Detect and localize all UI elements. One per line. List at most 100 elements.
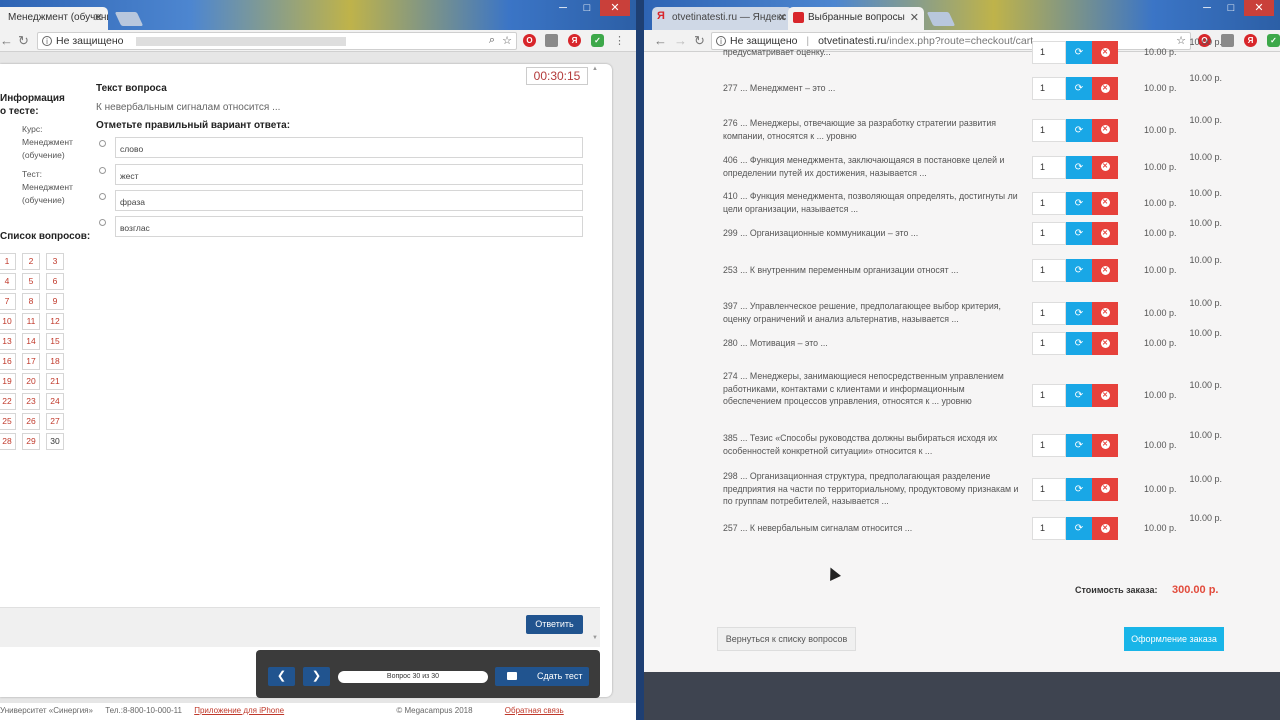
remove-button[interactable]: ✕	[1092, 191, 1118, 215]
question-number-button[interactable]: 18	[46, 353, 64, 370]
question-number-button[interactable]: 14	[22, 333, 40, 350]
tab-yandex[interactable]: Я otvetinatesti.ru — Яндекс ✕	[652, 7, 792, 30]
question-number-button[interactable]: 27	[46, 413, 64, 430]
submit-test-button[interactable]: Сдать тест	[495, 667, 589, 686]
next-question-button[interactable]: ❯	[303, 667, 330, 686]
close-tab-icon[interactable]: ✕	[778, 11, 787, 24]
question-number-button[interactable]: 1	[0, 253, 16, 270]
quantity-input[interactable]: 1	[1032, 259, 1066, 283]
update-button[interactable]: ⟳	[1066, 517, 1092, 541]
option-box[interactable]: фраза	[115, 190, 583, 211]
option-radio[interactable]	[99, 219, 106, 226]
question-number-button[interactable]: 2	[22, 253, 40, 270]
update-button[interactable]: ⟳	[1066, 301, 1092, 325]
yandex-icon[interactable]: Я	[568, 34, 581, 47]
quantity-input[interactable]: 1	[1032, 433, 1066, 457]
question-number-button[interactable]: 5	[22, 273, 40, 290]
remove-button[interactable]: ✕	[1092, 155, 1118, 179]
question-number-button[interactable]: 12	[46, 313, 64, 330]
option-box[interactable]: слово	[115, 137, 583, 158]
remove-button[interactable]: ✕	[1092, 477, 1118, 501]
quantity-input[interactable]: 1	[1032, 477, 1066, 501]
question-number-button[interactable]: 8	[22, 293, 40, 310]
scroll-up-icon[interactable]: ▲	[592, 66, 598, 72]
option-radio[interactable]	[99, 193, 106, 200]
checkout-button[interactable]: Оформление заказа	[1124, 627, 1224, 651]
remove-button[interactable]: ✕	[1092, 332, 1118, 356]
question-number-button[interactable]: 22	[0, 393, 16, 410]
question-number-button[interactable]: 30	[46, 433, 64, 450]
question-number-button[interactable]: 23	[22, 393, 40, 410]
remove-button[interactable]: ✕	[1092, 41, 1118, 65]
question-number-button[interactable]: 6	[46, 273, 64, 290]
question-number-button[interactable]: 26	[22, 413, 40, 430]
bookmark-star-icon[interactable]: ☆	[502, 34, 512, 47]
forward-icon[interactable]: →	[674, 33, 687, 49]
question-number-button[interactable]: 25	[0, 413, 16, 430]
option-radio[interactable]	[99, 140, 106, 147]
close-window-icon[interactable]: ✕	[600, 0, 630, 16]
scrollbar[interactable]: ▲ ▼	[590, 64, 600, 647]
quantity-input[interactable]: 1	[1032, 384, 1066, 407]
back-icon[interactable]: ←	[654, 33, 667, 49]
question-number-button[interactable]: 3	[46, 253, 64, 270]
update-button[interactable]: ⟳	[1066, 155, 1092, 179]
remove-button[interactable]: ✕	[1092, 433, 1118, 457]
question-number-button[interactable]: 29	[22, 433, 40, 450]
footer-feedback-link[interactable]: Обратная связь	[505, 706, 564, 715]
remove-button[interactable]: ✕	[1092, 259, 1118, 283]
maximize-icon[interactable]: □	[1220, 0, 1242, 16]
shield-icon[interactable]: ✓	[591, 34, 604, 47]
update-button[interactable]: ⟳	[1066, 191, 1092, 215]
remove-button[interactable]: ✕	[1092, 222, 1118, 246]
minimize-icon[interactable]: ─	[1196, 0, 1218, 16]
quantity-input[interactable]: 1	[1032, 222, 1066, 246]
maximize-icon[interactable]: □	[576, 0, 598, 16]
back-to-questions-button[interactable]: Вернуться к списку вопросов	[717, 627, 856, 651]
new-tab-button[interactable]	[926, 12, 956, 26]
question-number-button[interactable]: 28	[0, 433, 16, 450]
question-number-button[interactable]: 11	[22, 313, 40, 330]
tab-test[interactable]: Менеджмент (обучение ✕	[0, 7, 108, 30]
shield-icon[interactable]: ✓	[1267, 34, 1280, 47]
prev-question-button[interactable]: ❮	[268, 667, 295, 686]
reload-icon[interactable]: ↻	[18, 33, 29, 49]
quantity-input[interactable]: 1	[1032, 517, 1066, 541]
search-icon[interactable]: ⌕	[489, 34, 495, 47]
option-box[interactable]: возглас	[115, 216, 583, 237]
minimize-icon[interactable]: ─	[552, 0, 574, 16]
address-bar[interactable]: i Не защищено ⌕ ☆	[37, 32, 517, 50]
remove-button[interactable]: ✕	[1092, 384, 1118, 407]
update-button[interactable]: ⟳	[1066, 222, 1092, 246]
update-button[interactable]: ⟳	[1066, 332, 1092, 356]
quantity-input[interactable]: 1	[1032, 41, 1066, 65]
extension-icon[interactable]	[1221, 34, 1234, 47]
update-button[interactable]: ⟳	[1066, 477, 1092, 501]
menu-icon[interactable]: ⋮	[614, 33, 625, 49]
extension-icon[interactable]	[545, 34, 558, 47]
update-button[interactable]: ⟳	[1066, 118, 1092, 142]
close-tab-icon[interactable]: ✕	[94, 11, 103, 24]
back-icon[interactable]: ←	[0, 33, 13, 49]
close-window-icon[interactable]: ✕	[1244, 0, 1274, 16]
quantity-input[interactable]: 1	[1032, 155, 1066, 179]
question-number-button[interactable]: 21	[46, 373, 64, 390]
question-number-button[interactable]: 4	[0, 273, 16, 290]
quantity-input[interactable]: 1	[1032, 191, 1066, 215]
update-button[interactable]: ⟳	[1066, 41, 1092, 65]
reload-icon[interactable]: ↻	[694, 33, 705, 49]
remove-button[interactable]: ✕	[1092, 118, 1118, 142]
remove-button[interactable]: ✕	[1092, 77, 1118, 101]
close-tab-icon[interactable]: ✕	[910, 11, 919, 24]
quantity-input[interactable]: 1	[1032, 77, 1066, 101]
question-number-button[interactable]: 24	[46, 393, 64, 410]
option-radio[interactable]	[99, 167, 106, 174]
question-number-button[interactable]: 15	[46, 333, 64, 350]
question-number-button[interactable]: 7	[0, 293, 16, 310]
question-number-button[interactable]: 20	[22, 373, 40, 390]
question-number-button[interactable]: 9	[46, 293, 64, 310]
yandex-icon[interactable]: Я	[1244, 34, 1257, 47]
remove-button[interactable]: ✕	[1092, 517, 1118, 541]
question-number-button[interactable]: 16	[0, 353, 16, 370]
quantity-input[interactable]: 1	[1032, 301, 1066, 325]
